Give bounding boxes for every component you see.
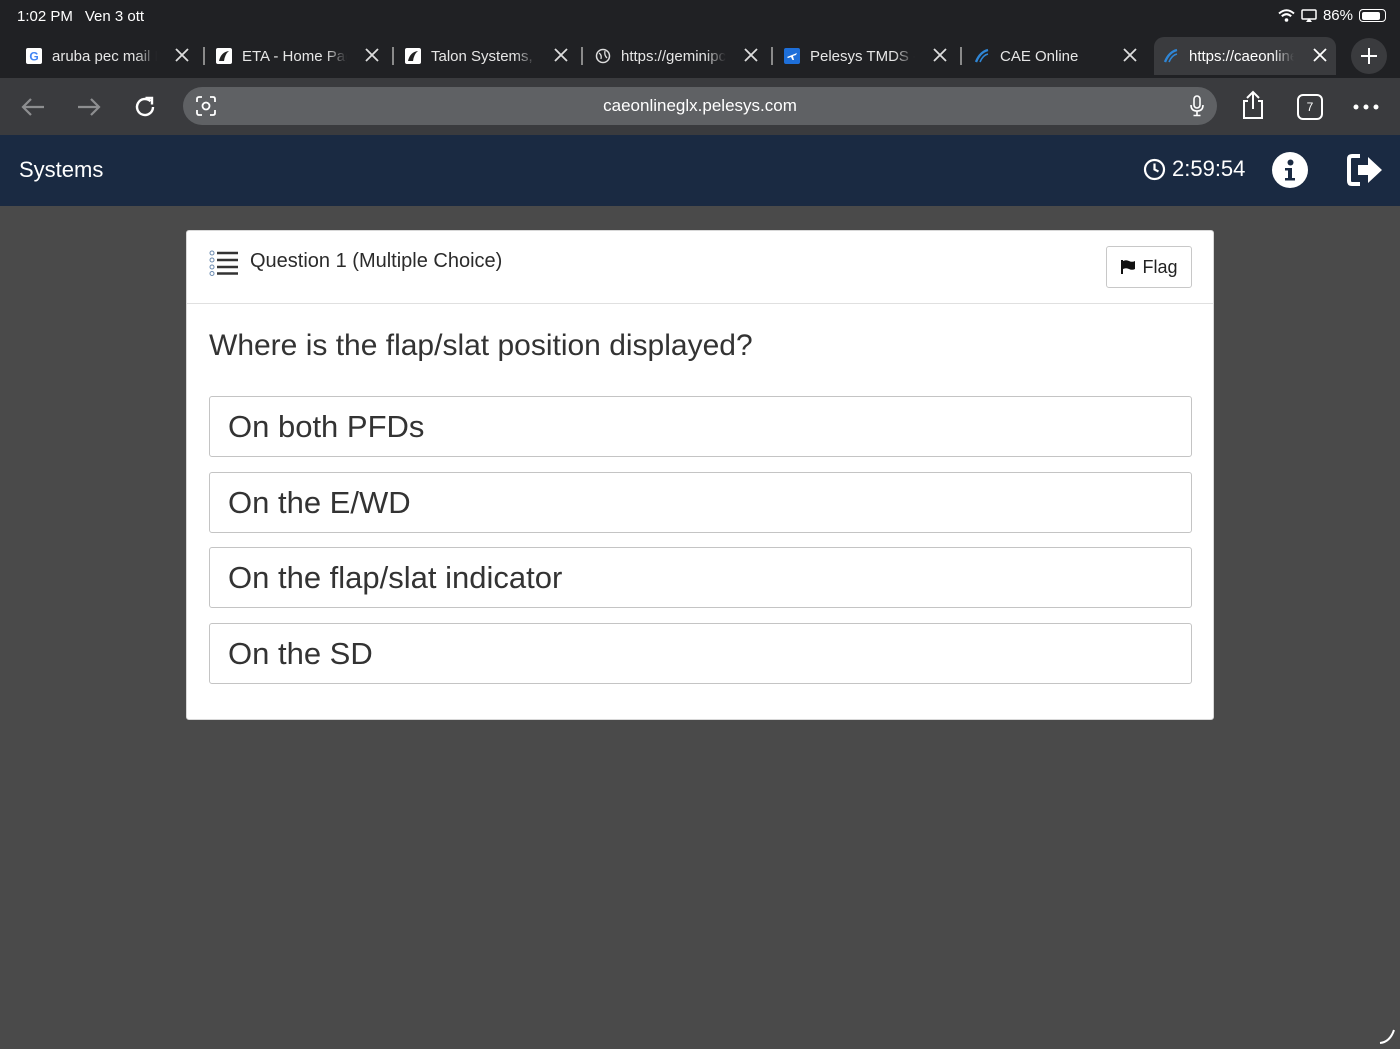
answer-option-1[interactable]: On both PFDs bbox=[209, 396, 1192, 457]
globe-icon bbox=[595, 48, 611, 64]
cae-icon bbox=[1163, 48, 1179, 64]
close-icon[interactable] bbox=[553, 47, 569, 63]
tab-cae-online[interactable]: CAE Online bbox=[974, 37, 1146, 75]
plane-icon bbox=[784, 48, 800, 64]
tab-count-icon: 7 bbox=[1297, 94, 1323, 120]
url-text: caeonlineglx.pelesys.com bbox=[603, 96, 797, 115]
answer-option-label: On the SD bbox=[228, 635, 373, 671]
reload-icon bbox=[135, 96, 155, 117]
close-icon[interactable] bbox=[174, 47, 190, 63]
svg-text:G: G bbox=[29, 50, 38, 64]
page-title: Systems bbox=[19, 157, 104, 182]
wifi-icon bbox=[1278, 9, 1295, 22]
screen-mirror-icon bbox=[1301, 8, 1317, 22]
tab-separator bbox=[581, 47, 583, 65]
plus-icon bbox=[1361, 48, 1377, 64]
tab-separator bbox=[960, 47, 962, 65]
sign-out-icon bbox=[1347, 154, 1382, 186]
close-icon[interactable] bbox=[1122, 47, 1138, 63]
status-time: 1:02 PM bbox=[17, 8, 73, 25]
google-icon: G bbox=[26, 48, 42, 64]
tab-title: ETA - Home Pag bbox=[242, 47, 347, 65]
more-menu-button[interactable] bbox=[1351, 92, 1381, 122]
answer-option-label: On both PFDs bbox=[228, 408, 425, 444]
arrow-right-icon bbox=[78, 98, 101, 116]
answer-option-label: On the E/WD bbox=[228, 484, 411, 520]
talon-icon bbox=[405, 48, 421, 64]
back-button[interactable] bbox=[18, 92, 48, 122]
eta-icon bbox=[216, 48, 232, 64]
info-button[interactable] bbox=[1272, 152, 1308, 188]
battery-percent: 86% bbox=[1322, 7, 1353, 24]
tab-title: CAE Online bbox=[1000, 47, 1079, 65]
answer-option-label: On the flap/slat indicator bbox=[228, 559, 563, 595]
arrow-left-icon bbox=[21, 98, 44, 116]
timer-text: 2:59:54 bbox=[1172, 156, 1246, 181]
status-bar: 1:02 PM Ven 3 ott 86% bbox=[0, 0, 1400, 34]
question-card: Question 1 (Multiple Choice) Flag Where … bbox=[186, 230, 1214, 720]
tab-aruba-pec-mail[interactable]: G aruba pec mail I bbox=[26, 37, 198, 75]
tab-geminipc[interactable]: https://geminipc bbox=[595, 37, 767, 75]
address-bar[interactable]: caeonlineglx.pelesys.com bbox=[183, 87, 1217, 125]
answer-option-3[interactable]: On the flap/slat indicator bbox=[209, 547, 1192, 608]
question-label: Question 1 (Multiple Choice) bbox=[250, 250, 503, 272]
share-icon bbox=[1243, 90, 1263, 119]
tab-separator bbox=[392, 47, 394, 65]
tab-eta-home[interactable]: ETA - Home Pag bbox=[216, 37, 388, 75]
tab-count: 7 bbox=[1306, 100, 1314, 114]
close-icon[interactable] bbox=[1312, 47, 1328, 63]
close-icon[interactable] bbox=[364, 47, 380, 63]
tab-pelesys-tmds[interactable]: Pelesys TMDS - bbox=[784, 37, 956, 75]
tab-talon-systems[interactable]: Talon Systems, bbox=[405, 37, 577, 75]
tab-title: aruba pec mail I bbox=[52, 47, 157, 65]
browser-toolbar: caeonlineglx.pelesys.com 7 bbox=[0, 78, 1400, 135]
info-icon bbox=[1285, 159, 1295, 181]
clock-icon bbox=[1143, 158, 1166, 180]
tab-caeonline-active[interactable]: https://caeonline bbox=[1154, 37, 1336, 75]
question-header: Question 1 (Multiple Choice) Flag bbox=[187, 231, 1213, 304]
tab-title: Pelesys TMDS - bbox=[810, 47, 915, 65]
logout-button[interactable] bbox=[1346, 153, 1384, 187]
forward-button[interactable] bbox=[74, 92, 104, 122]
status-date: Ven 3 ott bbox=[84, 8, 145, 25]
flag-label: Flag bbox=[1142, 256, 1178, 277]
reload-button[interactable] bbox=[130, 92, 160, 122]
battery-level bbox=[1361, 11, 1381, 20]
tab-title: Talon Systems, bbox=[431, 47, 533, 65]
tab-separator bbox=[771, 47, 773, 65]
close-icon[interactable] bbox=[932, 47, 948, 63]
answer-option-2[interactable]: On the E/WD bbox=[209, 472, 1192, 533]
question-text: Where is the flap/slat position displaye… bbox=[209, 329, 753, 362]
tab-title: https://geminipc bbox=[621, 47, 726, 65]
close-icon[interactable] bbox=[743, 47, 759, 63]
tab-strip: G aruba pec mail I ETA - Home Pag Talon … bbox=[0, 34, 1400, 78]
question-list-icon[interactable] bbox=[209, 250, 239, 276]
new-tab-button[interactable] bbox=[1351, 38, 1387, 74]
answer-option-4[interactable]: On the SD bbox=[209, 623, 1192, 684]
tab-title: https://caeonline bbox=[1189, 47, 1294, 65]
tab-separator bbox=[203, 47, 205, 65]
app-header: Systems 2:59:54 bbox=[0, 135, 1400, 206]
microphone-icon[interactable] bbox=[1189, 95, 1205, 117]
flag-icon bbox=[1121, 260, 1136, 274]
resize-handle-icon[interactable] bbox=[1378, 1027, 1396, 1045]
cae-icon bbox=[974, 48, 990, 64]
battery-icon bbox=[1359, 9, 1386, 22]
more-icon bbox=[1353, 104, 1379, 110]
flag-button[interactable]: Flag bbox=[1106, 246, 1192, 288]
exam-timer: 2:59:54 bbox=[1143, 156, 1245, 182]
tab-switcher-button[interactable]: 7 bbox=[1295, 92, 1325, 122]
share-button[interactable] bbox=[1238, 90, 1268, 120]
